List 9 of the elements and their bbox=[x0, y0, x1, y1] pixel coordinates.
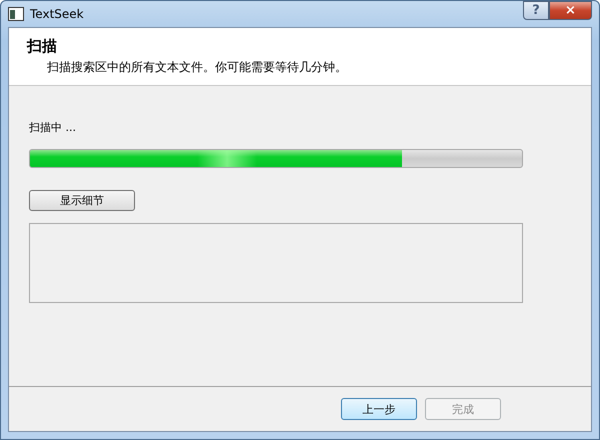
status-text: 扫描中 ... bbox=[29, 120, 77, 135]
page-title: 扫描 bbox=[27, 37, 58, 56]
help-button[interactable]: ? bbox=[523, 1, 549, 20]
show-details-button[interactable]: 显示细节 bbox=[29, 190, 135, 211]
window-title: TextSeek bbox=[30, 7, 85, 21]
back-button[interactable]: 上一步 bbox=[341, 398, 417, 420]
page-description: 扫描搜索区中的所有文本文件。你可能需要等待几分钟。 bbox=[46, 59, 348, 76]
app-icon bbox=[8, 7, 24, 21]
close-button[interactable]: × bbox=[549, 1, 592, 20]
